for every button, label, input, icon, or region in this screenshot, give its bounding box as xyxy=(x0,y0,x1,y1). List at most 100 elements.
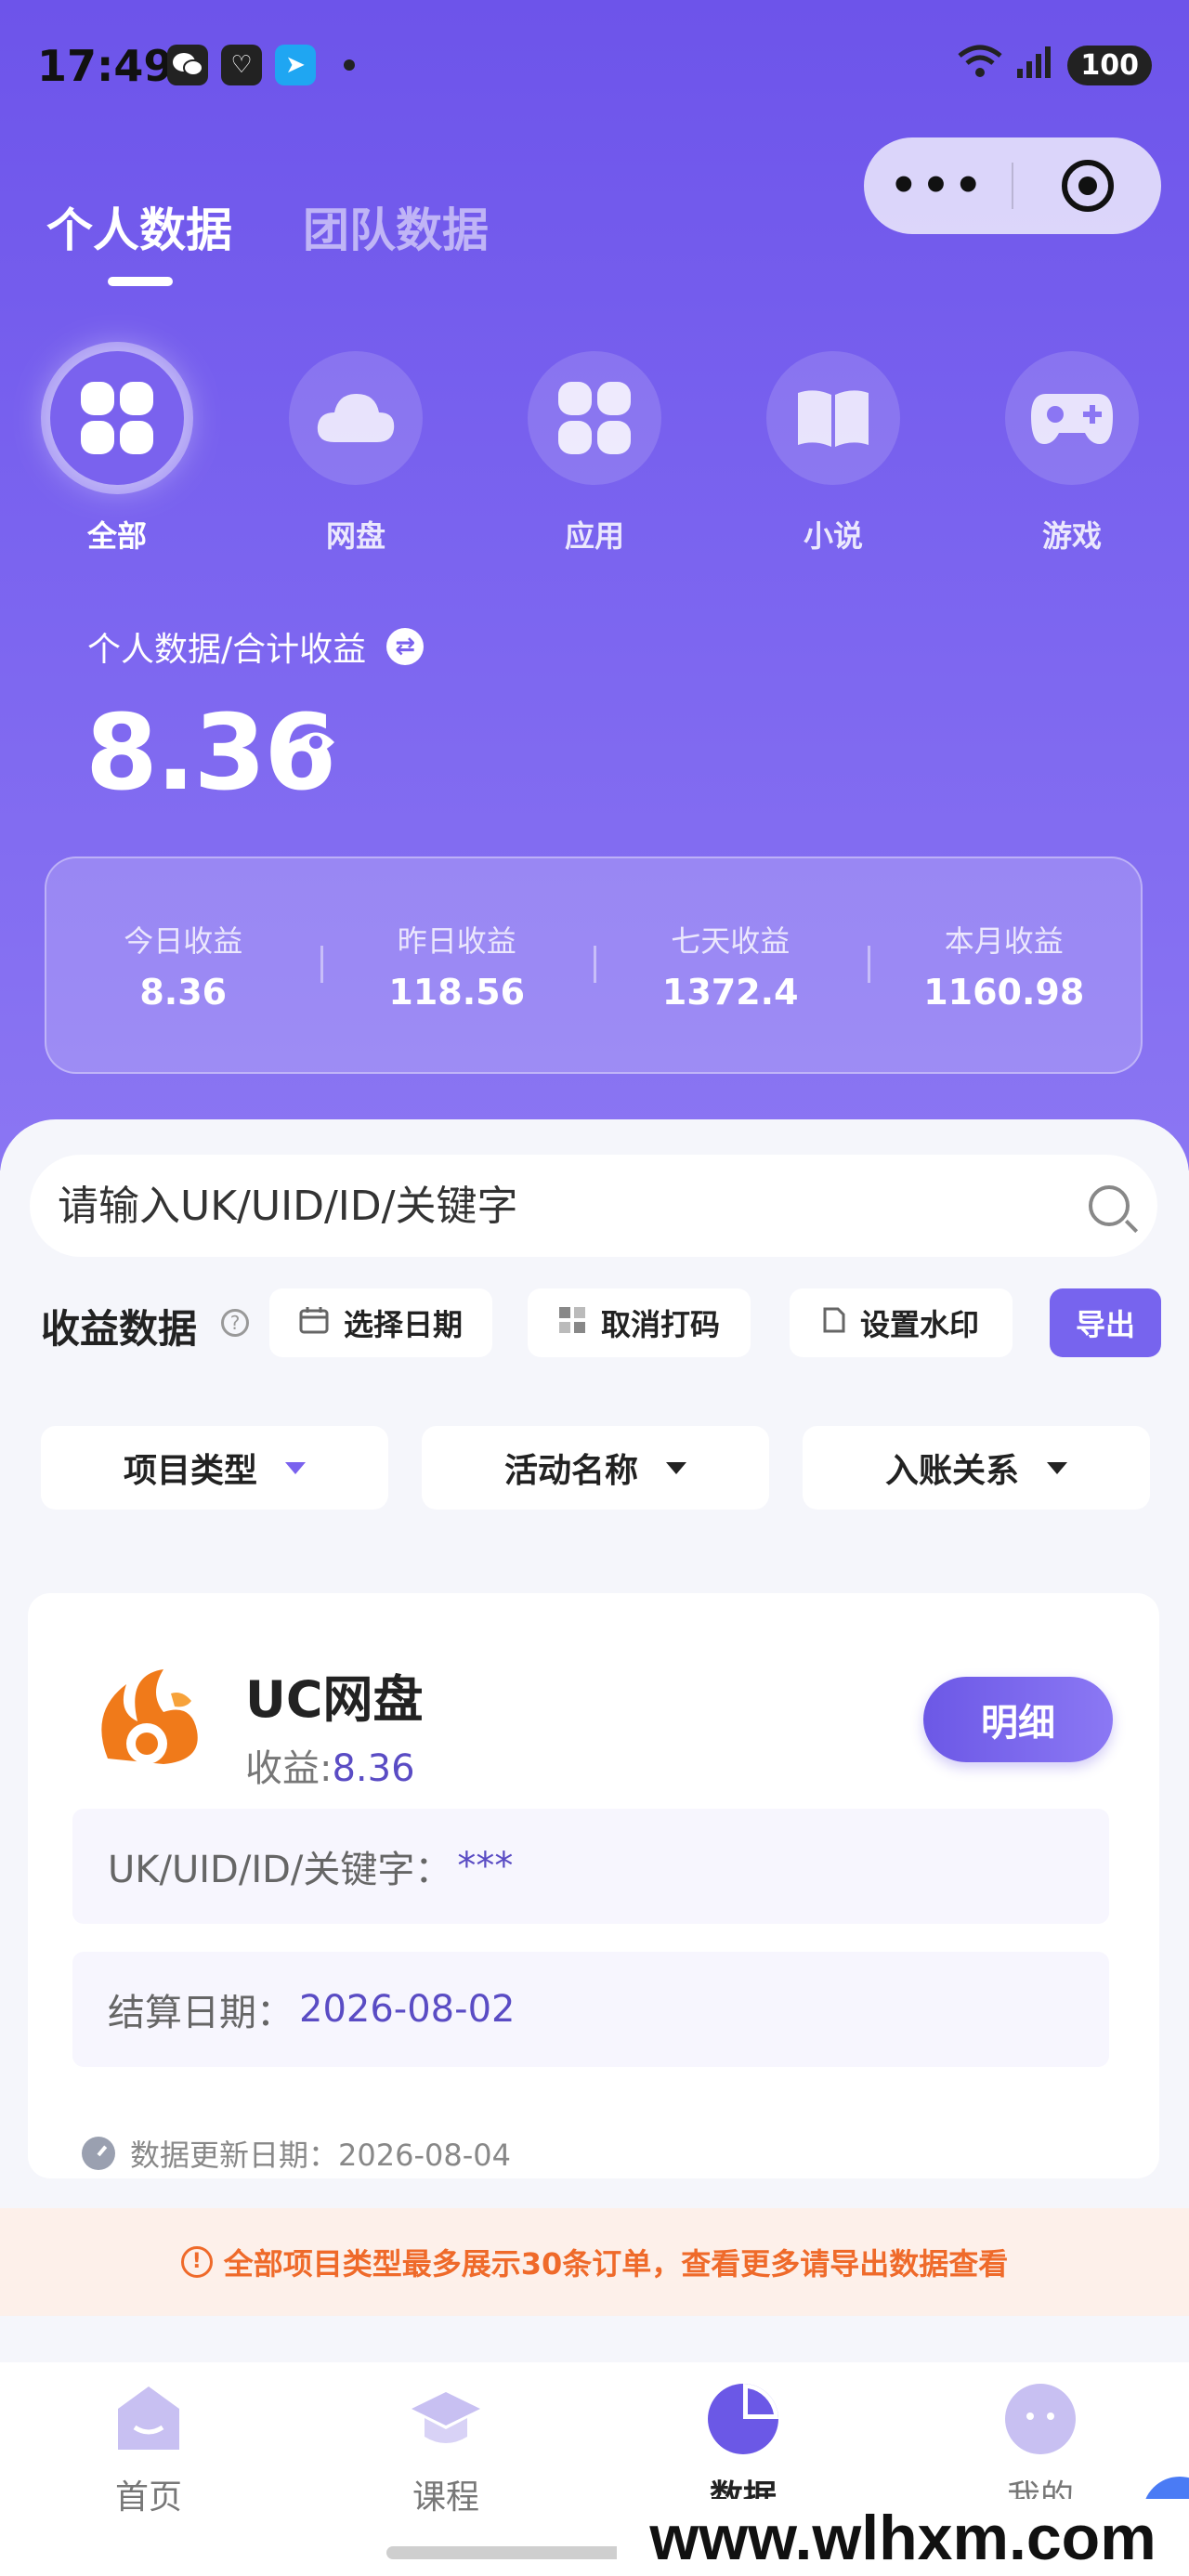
search-bar[interactable] xyxy=(30,1155,1157,1257)
stat-value: 8.36 xyxy=(139,972,228,1013)
cancel-mask-button[interactable]: 取消打码 xyxy=(528,1288,751,1357)
notice-banner: ! 全部项目类型最多展示30条订单，查看更多请导出数据查看 xyxy=(0,2208,1189,2316)
category-label: 游戏 xyxy=(1041,518,1102,554)
status-app-icons: ♡ ➤ xyxy=(167,45,355,85)
swap-icon[interactable]: ⇄ xyxy=(386,628,425,665)
export-button[interactable]: 导出 xyxy=(1050,1288,1161,1357)
cancel-mask-label: 取消打码 xyxy=(600,1307,720,1342)
pie-chart-icon xyxy=(708,2384,778,2454)
tab-team-data[interactable]: 团队数据 xyxy=(303,193,489,260)
update-value: 2026-08-04 xyxy=(338,2138,511,2173)
site-watermark: www.wlhxm.com xyxy=(617,2499,1189,2576)
help-icon[interactable]: ? xyxy=(221,1309,249,1337)
record-name: UC网盘 xyxy=(245,1670,424,1729)
search-input[interactable] xyxy=(58,1182,1089,1230)
status-time: 17:49 xyxy=(37,41,174,91)
filter-label: 活动名称 xyxy=(503,1452,638,1490)
stat-label: 七天收益 xyxy=(671,923,790,959)
filter-project-type[interactable]: 项目类型 xyxy=(41,1426,388,1510)
document-icon xyxy=(823,1307,845,1340)
nav-data[interactable]: 数据 xyxy=(650,2381,836,2518)
category-games-circle xyxy=(1005,351,1139,485)
book-icon xyxy=(798,390,869,447)
filter-activity-name[interactable]: 活动名称 xyxy=(422,1426,769,1510)
stat-value: 1160.98 xyxy=(923,972,1085,1013)
gamepad-icon xyxy=(1031,394,1113,444)
settle-value: 2026-08-02 xyxy=(299,1988,516,2031)
detail-button[interactable]: 明细 xyxy=(923,1677,1113,1762)
category-games[interactable]: 游戏 xyxy=(1005,351,1139,556)
stat-today: 今日收益 8.36 xyxy=(46,918,320,1013)
category-label: 应用 xyxy=(564,518,624,554)
category-apps[interactable]: 应用 xyxy=(528,351,661,556)
grid-icon xyxy=(558,1306,586,1340)
close-target-button[interactable] xyxy=(1013,160,1161,212)
notice-text: 全部项目类型最多展示30条订单，查看更多请导出数据查看 xyxy=(223,2246,1009,2282)
nav-label: 首页 xyxy=(114,2478,182,2517)
category-label: 全部 xyxy=(86,518,147,554)
category-row: 全部 网盘 应用 小说 游戏 xyxy=(50,351,1139,556)
battery-badge: 100 xyxy=(1067,46,1152,85)
key-row: UK/UID/ID/关键字： *** xyxy=(72,1809,1109,1924)
more-options-icon[interactable]: ••• xyxy=(864,160,1012,212)
category-novel[interactable]: 小说 xyxy=(766,351,900,556)
search-icon[interactable] xyxy=(1089,1185,1130,1226)
clover-icon xyxy=(558,382,631,454)
update-label: 数据更新日期： xyxy=(130,2138,339,2173)
category-all[interactable]: 全部 xyxy=(50,351,184,556)
miniprogram-capsule[interactable]: ••• xyxy=(864,137,1161,234)
profile-icon xyxy=(1005,2384,1076,2454)
status-right: 100 xyxy=(956,43,1152,88)
cloud-icon xyxy=(317,394,395,442)
nav-courses[interactable]: 课程 xyxy=(353,2381,539,2518)
content-panel: 收益数据 ? 选择日期 取消打码 设置水印 导出 项目类型 活动名称 xyxy=(0,1119,1189,2364)
wifi-icon xyxy=(956,43,1004,88)
clock-icon xyxy=(82,2137,115,2170)
nav-home[interactable]: 首页 xyxy=(56,2381,242,2518)
select-date-label: 选择日期 xyxy=(343,1307,463,1342)
section-title: 收益数据 xyxy=(41,1306,198,1352)
filter-label: 项目类型 xyxy=(123,1452,257,1490)
stat-label: 今日收益 xyxy=(124,923,243,959)
set-watermark-button[interactable]: 设置水印 xyxy=(790,1288,1013,1357)
stat-value: 118.56 xyxy=(388,972,526,1013)
heart-app-icon: ♡ xyxy=(221,45,262,85)
target-icon xyxy=(1061,160,1114,212)
signal-icon xyxy=(1015,43,1056,88)
stat-yesterday: 昨日收益 118.56 xyxy=(320,918,594,1013)
set-watermark-label: 设置水印 xyxy=(859,1307,979,1342)
select-date-button[interactable]: 选择日期 xyxy=(269,1288,492,1357)
settle-date-row: 结算日期： 2026-08-02 xyxy=(72,1952,1109,2067)
wechat-icon xyxy=(167,45,208,85)
stat-month: 本月收益 1160.98 xyxy=(867,918,1142,1013)
key-label: UK/UID/ID/关键字： xyxy=(108,1849,452,1891)
category-cloud-circle xyxy=(289,351,423,485)
filter-billing-relation[interactable]: 入账关系 xyxy=(803,1426,1150,1510)
category-cloud-drive[interactable]: 网盘 xyxy=(289,351,423,556)
income-label: 收益: xyxy=(245,1747,333,1790)
category-label: 小说 xyxy=(803,518,863,554)
graduation-cap-icon xyxy=(412,2392,480,2443)
filter-label: 入账关系 xyxy=(884,1452,1019,1490)
category-novel-circle xyxy=(766,351,900,485)
status-bar: 17:49 ♡ ➤ 100 xyxy=(37,35,1152,100)
uc-squirrel-logo-icon xyxy=(101,1669,198,1764)
stat-label: 本月收益 xyxy=(944,923,1064,959)
nav-label: 课程 xyxy=(412,2478,479,2517)
nav-profile[interactable]: 我的 xyxy=(947,2381,1133,2518)
tab-personal-data[interactable]: 个人数据 xyxy=(46,193,232,286)
income-toolbar: 收益数据 ? 选择日期 取消打码 设置水印 导出 xyxy=(41,1288,1161,1363)
update-date-row: 数据更新日期：2026-08-04 xyxy=(82,2132,511,2175)
settle-label: 结算日期： xyxy=(108,1992,294,2034)
filter-row: 项目类型 活动名称 入账关系 xyxy=(41,1426,1150,1510)
dropdown-triangle-icon xyxy=(1047,1461,1067,1474)
feishu-icon: ➤ xyxy=(275,45,316,85)
stat-label: 昨日收益 xyxy=(397,923,516,959)
dropdown-triangle-icon xyxy=(666,1461,686,1474)
key-value: *** xyxy=(457,1845,514,1888)
data-tabs: 个人数据 团队数据 xyxy=(46,193,489,286)
income-stats-card: 今日收益 8.36 昨日收益 118.56 七天收益 1372.4 本月收益 1… xyxy=(45,856,1143,1074)
record-income: 收益:8.36 xyxy=(245,1738,415,1792)
stat-value: 1372.4 xyxy=(661,972,799,1013)
eye-icon[interactable] xyxy=(295,728,336,756)
